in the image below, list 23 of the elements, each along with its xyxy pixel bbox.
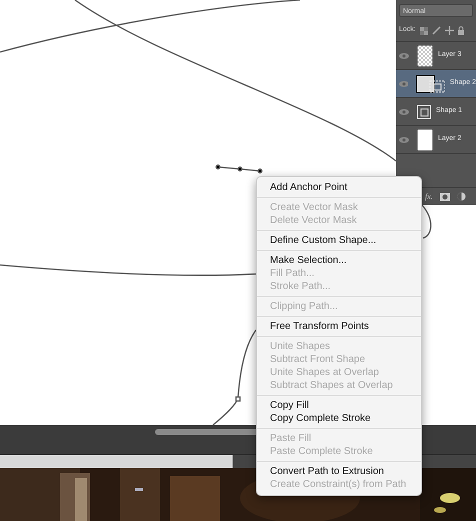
layer-thumbnail [417, 128, 433, 150]
vector-mask-icon [417, 104, 431, 118]
lock-icon[interactable] [458, 26, 464, 35]
menu-item[interactable]: Define Custom Shape... [257, 234, 421, 247]
menu-item[interactable]: Copy Complete Stroke [257, 412, 421, 425]
menu-item[interactable]: Convert Path to Extrusion [257, 465, 421, 478]
eye-icon[interactable] [399, 52, 409, 58]
shape-thumbnail [416, 74, 445, 92]
anchor-handle[interactable] [216, 164, 262, 174]
menu-item[interactable]: Make Selection... [257, 254, 421, 267]
fx-button[interactable]: fx. [425, 190, 433, 202]
menu-item[interactable]: Add Anchor Point [257, 181, 421, 194]
menu-item[interactable]: Free Transform Points [257, 320, 421, 333]
mask-icon[interactable] [440, 192, 450, 200]
eye-icon[interactable] [399, 80, 408, 86]
eye-icon[interactable] [399, 108, 409, 114]
layer-thumbnail [417, 44, 433, 66]
brush-icon[interactable] [432, 26, 441, 35]
eye-icon[interactable] [399, 136, 409, 142]
move-icon[interactable] [444, 26, 454, 35]
lock-transparent-icon[interactable] [420, 26, 428, 34]
adjustment-icon[interactable] [456, 192, 466, 201]
menu-item[interactable]: Copy Fill [257, 399, 421, 412]
